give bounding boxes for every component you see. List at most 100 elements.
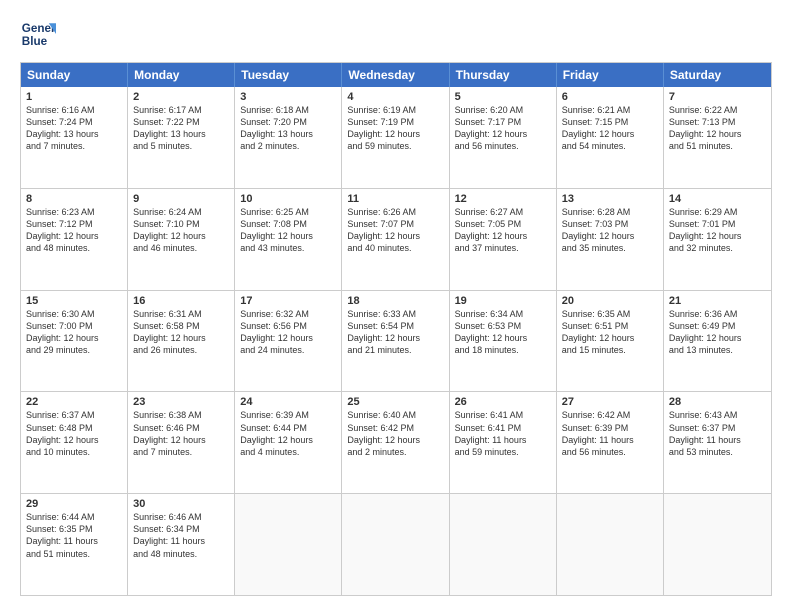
daylight-line2: and 56 minutes.: [455, 140, 551, 152]
sunrise-line: Sunrise: 6:19 AM: [347, 104, 443, 116]
day-number: 16: [133, 295, 229, 307]
daylight-line2: and 48 minutes.: [26, 242, 122, 254]
daylight-line2: and 43 minutes.: [240, 242, 336, 254]
sunrise-line: Sunrise: 6:24 AM: [133, 206, 229, 218]
sunrise-line: Sunrise: 6:16 AM: [26, 104, 122, 116]
daylight-line2: and 35 minutes.: [562, 242, 658, 254]
day-number: 29: [26, 498, 122, 510]
daylight-line2: and 48 minutes.: [133, 548, 229, 560]
calendar-cell: 24 Sunrise: 6:39 AM Sunset: 6:44 PM Dayl…: [235, 392, 342, 493]
daylight-line1: Daylight: 12 hours: [669, 332, 766, 344]
daylight-line1: Daylight: 12 hours: [26, 332, 122, 344]
day-number: 4: [347, 91, 443, 103]
calendar-cell: 28 Sunrise: 6:43 AM Sunset: 6:37 PM Dayl…: [664, 392, 771, 493]
calendar-row: 1 Sunrise: 6:16 AM Sunset: 7:24 PM Dayli…: [21, 87, 771, 189]
day-number: 13: [562, 193, 658, 205]
logo-icon: General Blue: [20, 16, 56, 52]
sunset-line: Sunset: 6:44 PM: [240, 422, 336, 434]
calendar-cell: 2 Sunrise: 6:17 AM Sunset: 7:22 PM Dayli…: [128, 87, 235, 188]
daylight-line2: and 26 minutes.: [133, 344, 229, 356]
sunset-line: Sunset: 6:56 PM: [240, 320, 336, 332]
daylight-line2: and 51 minutes.: [26, 548, 122, 560]
day-number: 15: [26, 295, 122, 307]
sunset-line: Sunset: 6:34 PM: [133, 523, 229, 535]
sunset-line: Sunset: 7:05 PM: [455, 218, 551, 230]
sunset-line: Sunset: 7:15 PM: [562, 116, 658, 128]
calendar-cell: 22 Sunrise: 6:37 AM Sunset: 6:48 PM Dayl…: [21, 392, 128, 493]
calendar-row: 29 Sunrise: 6:44 AM Sunset: 6:35 PM Dayl…: [21, 494, 771, 595]
sunrise-line: Sunrise: 6:30 AM: [26, 308, 122, 320]
sunrise-line: Sunrise: 6:27 AM: [455, 206, 551, 218]
sunset-line: Sunset: 6:49 PM: [669, 320, 766, 332]
sunrise-line: Sunrise: 6:37 AM: [26, 409, 122, 421]
calendar-cell: 6 Sunrise: 6:21 AM Sunset: 7:15 PM Dayli…: [557, 87, 664, 188]
daylight-line2: and 40 minutes.: [347, 242, 443, 254]
cal-header-cell: Sunday: [21, 63, 128, 87]
calendar-cell: 23 Sunrise: 6:38 AM Sunset: 6:46 PM Dayl…: [128, 392, 235, 493]
daylight-line1: Daylight: 12 hours: [669, 128, 766, 140]
daylight-line1: Daylight: 12 hours: [133, 332, 229, 344]
daylight-line1: Daylight: 12 hours: [347, 230, 443, 242]
sunset-line: Sunset: 6:41 PM: [455, 422, 551, 434]
calendar-cell: 21 Sunrise: 6:36 AM Sunset: 6:49 PM Dayl…: [664, 291, 771, 392]
daylight-line2: and 5 minutes.: [133, 140, 229, 152]
sunset-line: Sunset: 7:07 PM: [347, 218, 443, 230]
daylight-line1: Daylight: 12 hours: [347, 128, 443, 140]
svg-text:Blue: Blue: [22, 35, 48, 48]
calendar: SundayMondayTuesdayWednesdayThursdayFrid…: [20, 62, 772, 596]
day-number: 5: [455, 91, 551, 103]
day-number: 30: [133, 498, 229, 510]
sunrise-line: Sunrise: 6:40 AM: [347, 409, 443, 421]
sunset-line: Sunset: 6:51 PM: [562, 320, 658, 332]
day-number: 28: [669, 396, 766, 408]
sunset-line: Sunset: 7:22 PM: [133, 116, 229, 128]
daylight-line2: and 59 minutes.: [347, 140, 443, 152]
page: General Blue SundayMondayTuesdayWednesda…: [0, 0, 792, 612]
daylight-line2: and 46 minutes.: [133, 242, 229, 254]
calendar-cell: 16 Sunrise: 6:31 AM Sunset: 6:58 PM Dayl…: [128, 291, 235, 392]
sunrise-line: Sunrise: 6:42 AM: [562, 409, 658, 421]
day-number: 19: [455, 295, 551, 307]
daylight-line2: and 21 minutes.: [347, 344, 443, 356]
day-number: 22: [26, 396, 122, 408]
sunset-line: Sunset: 7:01 PM: [669, 218, 766, 230]
calendar-cell: 18 Sunrise: 6:33 AM Sunset: 6:54 PM Dayl…: [342, 291, 449, 392]
calendar-row: 15 Sunrise: 6:30 AM Sunset: 7:00 PM Dayl…: [21, 291, 771, 393]
sunrise-line: Sunrise: 6:20 AM: [455, 104, 551, 116]
calendar-cell: 27 Sunrise: 6:42 AM Sunset: 6:39 PM Dayl…: [557, 392, 664, 493]
calendar-cell: 11 Sunrise: 6:26 AM Sunset: 7:07 PM Dayl…: [342, 189, 449, 290]
day-number: 21: [669, 295, 766, 307]
day-number: 26: [455, 396, 551, 408]
daylight-line1: Daylight: 12 hours: [133, 230, 229, 242]
daylight-line1: Daylight: 12 hours: [347, 332, 443, 344]
daylight-line2: and 2 minutes.: [347, 446, 443, 458]
day-number: 11: [347, 193, 443, 205]
cal-header-cell: Wednesday: [342, 63, 449, 87]
calendar-header: SundayMondayTuesdayWednesdayThursdayFrid…: [21, 63, 771, 87]
calendar-cell: 9 Sunrise: 6:24 AM Sunset: 7:10 PM Dayli…: [128, 189, 235, 290]
sunrise-line: Sunrise: 6:46 AM: [133, 511, 229, 523]
day-number: 10: [240, 193, 336, 205]
sunrise-line: Sunrise: 6:17 AM: [133, 104, 229, 116]
sunrise-line: Sunrise: 6:21 AM: [562, 104, 658, 116]
calendar-cell: 19 Sunrise: 6:34 AM Sunset: 6:53 PM Dayl…: [450, 291, 557, 392]
sunset-line: Sunset: 6:46 PM: [133, 422, 229, 434]
daylight-line2: and 7 minutes.: [26, 140, 122, 152]
sunset-line: Sunset: 7:19 PM: [347, 116, 443, 128]
daylight-line2: and 7 minutes.: [133, 446, 229, 458]
sunset-line: Sunset: 7:13 PM: [669, 116, 766, 128]
sunrise-line: Sunrise: 6:35 AM: [562, 308, 658, 320]
day-number: 23: [133, 396, 229, 408]
calendar-cell: 14 Sunrise: 6:29 AM Sunset: 7:01 PM Dayl…: [664, 189, 771, 290]
sunrise-line: Sunrise: 6:44 AM: [26, 511, 122, 523]
daylight-line2: and 59 minutes.: [455, 446, 551, 458]
calendar-cell: [450, 494, 557, 595]
daylight-line2: and 29 minutes.: [26, 344, 122, 356]
daylight-line2: and 37 minutes.: [455, 242, 551, 254]
day-number: 25: [347, 396, 443, 408]
sunset-line: Sunset: 7:17 PM: [455, 116, 551, 128]
calendar-cell: 13 Sunrise: 6:28 AM Sunset: 7:03 PM Dayl…: [557, 189, 664, 290]
calendar-cell: 17 Sunrise: 6:32 AM Sunset: 6:56 PM Dayl…: [235, 291, 342, 392]
daylight-line1: Daylight: 13 hours: [26, 128, 122, 140]
daylight-line1: Daylight: 12 hours: [26, 230, 122, 242]
